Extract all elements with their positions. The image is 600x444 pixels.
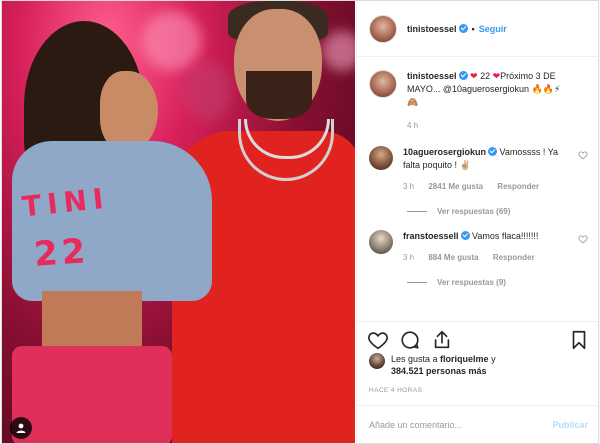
- comment-input[interactable]: [369, 419, 553, 430]
- verified-icon: [458, 23, 468, 33]
- verified-icon: [488, 147, 498, 156]
- post-caption: tinistoessel ❤ 22 ❤Próximo 3 DE MAYO... …: [357, 58, 600, 132]
- verified-icon: [460, 231, 470, 240]
- view-replies-button[interactable]: Ver respuestas (9): [407, 278, 600, 287]
- likes-summary: Les gusta a floriquelme y 384.521 person…: [369, 353, 588, 377]
- caption-text: tinistoessel ❤ 22 ❤Próximo 3 DE MAYO... …: [407, 70, 588, 109]
- bookmark-icon[interactable]: [568, 329, 590, 351]
- replies-line: [407, 282, 427, 283]
- jacket-number: 22: [32, 231, 91, 275]
- post-timestamp[interactable]: HACE 4 HORAS: [369, 387, 422, 394]
- bokeh-light: [182, 61, 232, 121]
- likes-prefix: Les gusta a: [391, 354, 441, 364]
- woman-waist: [42, 291, 142, 351]
- comments-section[interactable]: tinistoessel ❤ 22 ❤Próximo 3 DE MAYO... …: [357, 58, 600, 320]
- bokeh-light: [322, 31, 355, 71]
- replies-label: Ver respuestas (69): [437, 207, 511, 216]
- user-tag-icon: [16, 423, 26, 433]
- separator-dot: •: [471, 23, 475, 34]
- share-icon[interactable]: [431, 329, 453, 351]
- comment-likes[interactable]: 884 Me gusta: [428, 253, 478, 262]
- post-header: tinistoessel • Seguir: [357, 1, 600, 57]
- author-username[interactable]: tinistoessel: [407, 24, 457, 34]
- man-beard: [246, 71, 312, 119]
- likes-middle: y: [488, 354, 496, 364]
- comment-avatar[interactable]: [369, 146, 393, 170]
- replies-line: [407, 211, 427, 212]
- caption-avatar[interactable]: [369, 70, 397, 98]
- heart-icon[interactable]: [578, 150, 588, 160]
- user-tag-button[interactable]: [10, 417, 32, 439]
- follow-button[interactable]: Seguir: [479, 24, 507, 34]
- heart-icon[interactable]: [367, 329, 389, 351]
- add-comment-bar: Publicar: [357, 405, 600, 443]
- comment-time[interactable]: 3 h: [403, 253, 414, 262]
- caption-number: 22: [477, 71, 493, 81]
- caption-emoji: 🙈: [407, 97, 419, 107]
- comment-time[interactable]: 3 h: [403, 182, 414, 191]
- comment-username[interactable]: 10aguerosergiokun: [403, 147, 486, 157]
- post-modal: TINI 22 tinistoessel • Seguir tinistoesse: [1, 0, 600, 444]
- woman-face: [100, 71, 158, 151]
- comment-body: Vamos flaca!!!!!!!: [469, 231, 539, 241]
- comment-avatar[interactable]: [369, 230, 393, 254]
- comment-username[interactable]: franstoessell: [403, 231, 459, 241]
- view-replies-button[interactable]: Ver respuestas (69): [407, 207, 600, 216]
- heart-icon[interactable]: [578, 234, 588, 244]
- post-sidebar: tinistoessel • Seguir tinistoessel ❤ 22 ❤P…: [356, 1, 600, 443]
- comment-likes[interactable]: 2841 Me gusta: [428, 182, 483, 191]
- liker-avatar[interactable]: [369, 353, 385, 369]
- sequin-skirt: [12, 346, 172, 443]
- comment-item: franstoessell Vamos flaca!!!!!!! 3 h 884…: [357, 230, 600, 264]
- heart-emoji: ❤: [470, 71, 478, 81]
- author-header: tinistoessel • Seguir: [407, 23, 507, 34]
- caption-username[interactable]: tinistoessel: [407, 71, 457, 81]
- comment-text: franstoessell Vamos flaca!!!!!!!: [403, 230, 573, 243]
- comment-text: 10aguerosergiokun Vamossss ! Ya falta po…: [403, 146, 573, 172]
- bokeh-light: [142, 11, 202, 71]
- comment-item: 10aguerosergiokun Vamossss ! Ya falta po…: [357, 146, 600, 193]
- reply-button[interactable]: Responder: [493, 253, 535, 262]
- caption-time[interactable]: 4 h: [407, 119, 588, 132]
- replies-label: Ver respuestas (9): [437, 278, 506, 287]
- verified-icon: [458, 71, 468, 80]
- post-photo[interactable]: TINI 22: [2, 1, 355, 443]
- likes-count[interactable]: 384.521 personas más: [391, 366, 487, 376]
- reply-button[interactable]: Responder: [497, 182, 539, 191]
- post-actions: [357, 321, 600, 357]
- publish-button[interactable]: Publicar: [552, 420, 588, 430]
- liker-username[interactable]: floriquelme: [440, 354, 489, 364]
- comment-icon[interactable]: [399, 329, 421, 351]
- likes-text: Les gusta a floriquelme y 384.521 person…: [391, 353, 496, 377]
- author-avatar[interactable]: [369, 14, 397, 43]
